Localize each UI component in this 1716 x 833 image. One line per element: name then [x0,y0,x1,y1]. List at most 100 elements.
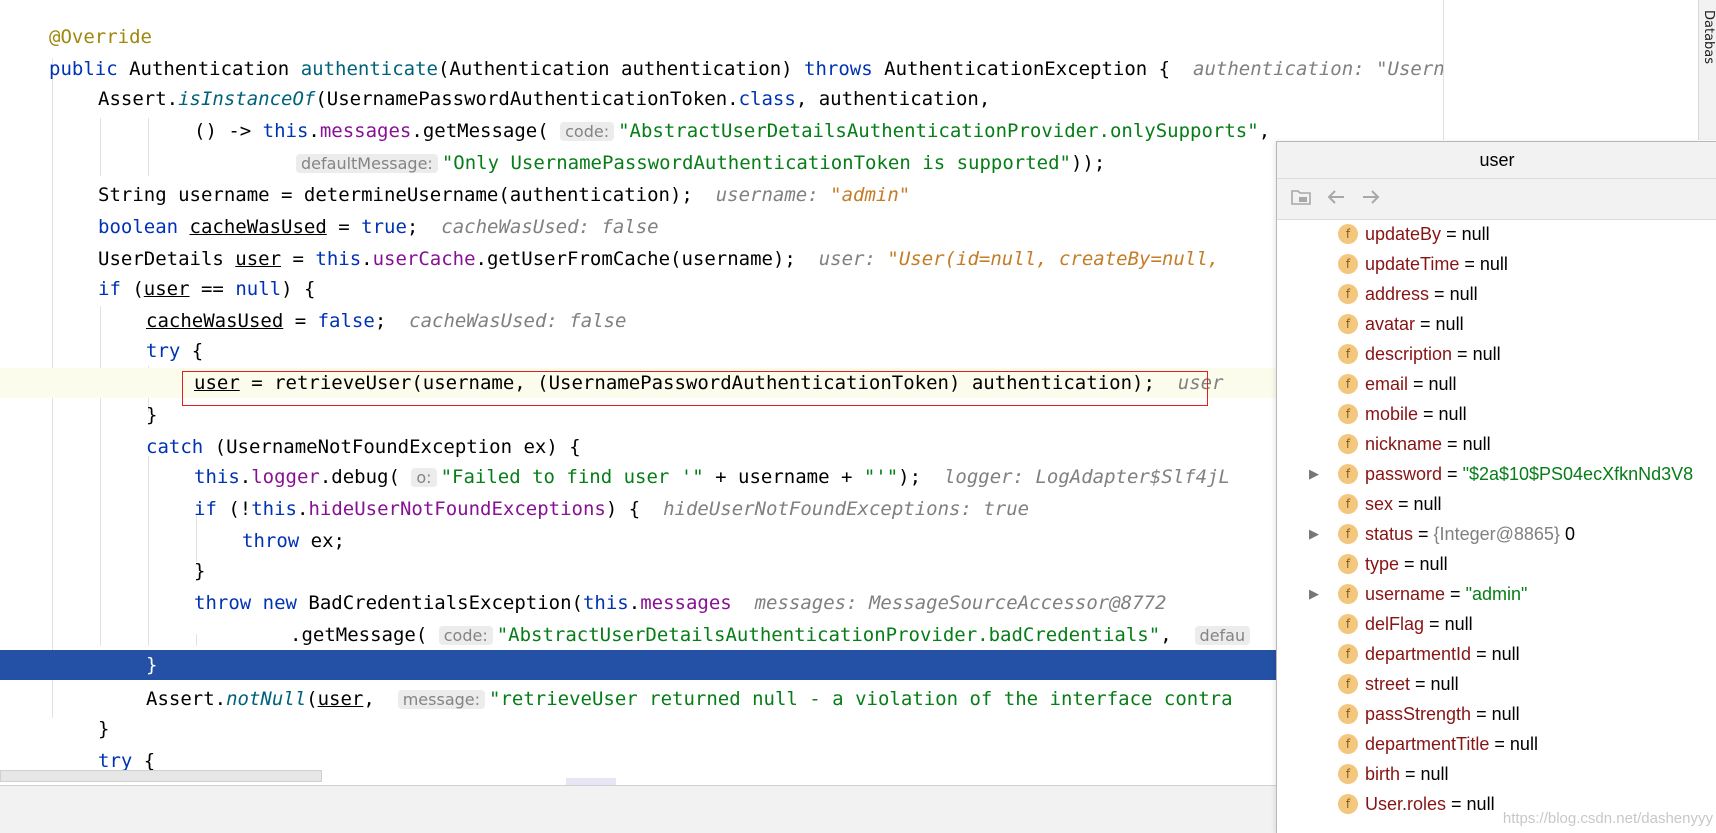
code-text: = [326,216,362,238]
tree-row[interactable]: f updateBy = null [1277,219,1716,249]
code-text: { [132,750,156,772]
code-line[interactable]: this.logger.debug( o: "Failed to find use… [0,462,1443,492]
keyword: boolean [98,216,179,238]
tree-row[interactable]: f nickname = null [1277,429,1716,459]
folder-icon[interactable] [1289,187,1313,211]
tree-row[interactable]: f departmentId = null [1277,639,1716,669]
expand-arrow-icon[interactable]: ▶ [1309,519,1319,549]
tree-row-text: type = null [1365,549,1448,579]
horizontal-scrollbar[interactable] [0,770,322,782]
keyword: throw [194,592,252,614]
code-text: . [296,498,309,520]
code-text: (! [216,498,252,520]
inline-hint-value: "admin" [830,184,911,206]
code-line[interactable]: } [0,714,1443,744]
code-text: ex; [299,530,345,552]
code-line[interactable]: cacheWasUsed = false; cacheWasUsed: fals… [0,306,1443,336]
tree-row[interactable]: f delFlag = null [1277,609,1716,639]
code-text: , authentication, [795,88,991,110]
variable-tree[interactable]: f updateBy = null f updateTime = null f addre… [1277,219,1716,819]
tree-row[interactable]: f avatar = null [1277,309,1716,339]
side-panel-strip [1443,0,1716,140]
code-text: .getMessage( [290,624,428,646]
code-text: UserDetails [98,248,236,270]
code-line[interactable]: defaultMessage: "Only UsernamePasswordAut… [0,148,1443,178]
tree-row[interactable]: f type = null [1277,549,1716,579]
parameter-hint: defau [1194,626,1251,645]
code-line[interactable]: throw ex; [0,526,1443,556]
execution-line[interactable]: } [0,650,1443,680]
annotation-override: @Override [49,26,152,48]
field-value: null [1461,224,1490,244]
code-line[interactable]: Assert.notNull(user, message: "retrieveUs… [0,684,1443,714]
tree-row-text: departmentId = null [1365,639,1520,669]
code-line[interactable]: () -> this.messages.getMessage( code: "Ab… [0,116,1443,146]
tree-row-text: avatar = null [1365,309,1464,339]
inline-hint: logger: LogAdapter$Slf4jL [943,466,1230,488]
keyword: true [361,216,407,238]
code-line[interactable]: if (!this.hideUserNotFoundExceptions) { … [0,494,1443,524]
database-tool-tab[interactable]: Databas [1698,0,1716,140]
inline-hint: cacheWasUsed: false [441,216,659,238]
code-line[interactable]: throw new BadCredentialsException(this.m… [0,588,1443,618]
field-name: street [1365,674,1411,694]
equals-sign: = [1442,464,1463,484]
tree-row[interactable]: ▶ f username = "admin" [1277,579,1716,609]
tree-row[interactable]: f address = null [1277,279,1716,309]
back-arrow-icon[interactable] [1324,187,1348,211]
tree-row-text: address = null [1365,279,1478,309]
field-icon: f [1338,554,1358,574]
code-line[interactable]: String username = determineUsername(auth… [0,180,1443,210]
string-literal: "AbstractUserDetailsAuthenticationProvid… [618,120,1259,142]
parameter-hint: message: [397,690,486,709]
expand-arrow-icon[interactable]: ▶ [1309,579,1319,609]
tree-row[interactable]: ▶ f status = {Integer@8865} 0 [1277,519,1716,549]
keyword: try [146,340,181,362]
code-line[interactable]: Assert.isInstanceOf(UsernamePasswordAuth… [0,84,1443,114]
method-name: isInstanceOf [178,88,316,110]
code-line[interactable]: boolean cacheWasUsed = true; cacheWasUse… [0,212,1443,242]
tree-row[interactable]: f mobile = null [1277,399,1716,429]
code-line[interactable]: UserDetails user = this.userCache.getUse… [0,244,1443,274]
code-line[interactable]: if (user == null) { [0,274,1443,304]
forward-arrow-icon[interactable] [1359,187,1383,211]
equals-sign: = [1445,584,1466,604]
field-name: messages [640,592,732,614]
tree-row-text: description = null [1365,339,1501,369]
equals-sign: = [1459,254,1480,274]
tree-row[interactable]: f passStrength = null [1277,699,1716,729]
tree-row[interactable]: f birth = null [1277,759,1716,789]
equals-sign: = [1452,344,1473,364]
code-text: ) { [281,278,316,300]
code-line[interactable]: catch (UsernameNotFoundException ex) { [0,432,1443,462]
code-line[interactable]: } [0,400,1443,430]
field-value: null [1438,404,1467,424]
field-name: messages [319,120,412,142]
tree-row[interactable]: f description = null [1277,339,1716,369]
variable-inspector-popup[interactable]: user f updateBy = null f updateTime = null f… [1276,141,1716,833]
tree-row[interactable]: f updateTime = null [1277,249,1716,279]
code-line[interactable]: @Override [0,22,1443,52]
keyword: this [194,466,240,488]
code-text: . [239,466,252,488]
tree-row-text: status = {Integer@8865} 0 [1365,519,1575,549]
tree-row[interactable]: f departmentTitle = null [1277,729,1716,759]
tree-row[interactable]: f sex = null [1277,489,1716,519]
code-editor[interactable]: @Override public Authentication authenti… [0,0,1443,785]
code-line[interactable]: public Authentication authenticate(Authe… [0,54,1443,84]
code-line[interactable]: } [0,556,1443,586]
tree-row[interactable]: f email = null [1277,369,1716,399]
code-text: { [180,340,204,362]
code-line[interactable]: try { [0,336,1443,366]
equals-sign: = [1471,644,1492,664]
tree-row[interactable]: f street = null [1277,669,1716,699]
keyword: this [251,498,297,520]
tree-row[interactable]: ▶ f password = "$2a$10$PS04ecXfknNd3V8 [1277,459,1716,489]
expand-arrow-icon[interactable]: ▶ [1309,459,1319,489]
tree-row-text: sex = null [1365,489,1442,519]
inline-hint-value: "UsernamePasswordAuthe [1376,58,1443,80]
code-text: } [146,404,158,426]
code-line[interactable]: .getMessage( code: "AbstractUserDetailsAu… [0,620,1443,650]
keyword: this [582,592,629,614]
watermark: https://blog.csdn.net/dashenyyy [1502,810,1713,827]
